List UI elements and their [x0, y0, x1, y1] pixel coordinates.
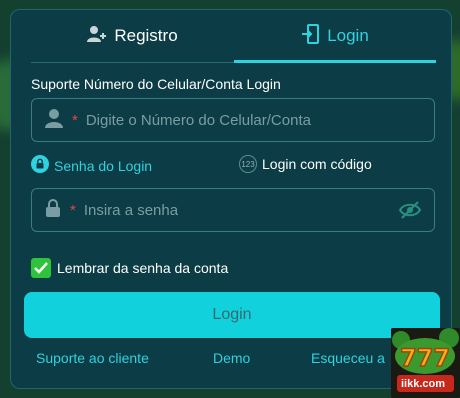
brand-logo: 777 iikk.com — [391, 328, 460, 398]
login-panel: Registro Login Suporte Número do Celular… — [10, 9, 452, 389]
login-mode-row: Senha do Login 123 Login com código — [31, 155, 435, 175]
tab-registro[interactable]: Registro — [31, 10, 233, 62]
mode-code-login[interactable]: 123 Login com código — [239, 155, 372, 173]
eye-hidden-icon[interactable] — [398, 200, 422, 225]
login-button[interactable]: Login — [24, 292, 440, 338]
lock-icon — [44, 198, 62, 223]
mode-code-label: Login com código — [262, 156, 372, 172]
demo-link[interactable]: Demo — [213, 350, 250, 366]
remember-password[interactable]: Lembrar da senha da conta — [31, 258, 228, 278]
phone-account-input[interactable] — [83, 110, 388, 130]
auth-tabs: Registro Login — [31, 10, 436, 63]
footer-links: Suporte ao cliente Demo Esqueceu a — [11, 350, 451, 370]
user-icon — [44, 108, 64, 133]
mode-password-login[interactable]: Senha do Login — [31, 155, 152, 176]
check-icon — [34, 262, 48, 274]
tab-login[interactable]: Login — [234, 10, 436, 63]
logo-text: iikk.com — [401, 378, 446, 390]
remember-label: Lembrar da senha da conta — [57, 260, 229, 276]
tab-registro-label: Registro — [114, 26, 178, 45]
form-section-label: Suporte Número do Celular/Conta Login — [31, 76, 281, 92]
remember-checkbox[interactable] — [31, 258, 51, 278]
phone-account-field[interactable]: * — [31, 98, 435, 142]
forgot-password-link[interactable]: Esqueceu a — [311, 350, 385, 366]
user-add-icon — [86, 25, 107, 48]
code-123-icon: 123 — [239, 155, 257, 173]
mode-password-label: Senha do Login — [54, 157, 153, 174]
customer-support-link[interactable]: Suporte ao cliente — [36, 350, 149, 366]
tab-login-label: Login — [327, 26, 369, 45]
password-input[interactable] — [81, 200, 386, 220]
active-tab-indicator — [234, 60, 436, 63]
required-mark: * — [72, 111, 78, 129]
lock-circle-icon — [31, 155, 49, 176]
logo-digits: 777 — [400, 344, 450, 372]
login-door-icon — [301, 23, 320, 49]
required-mark: * — [70, 201, 76, 219]
password-field[interactable]: * — [31, 188, 435, 232]
